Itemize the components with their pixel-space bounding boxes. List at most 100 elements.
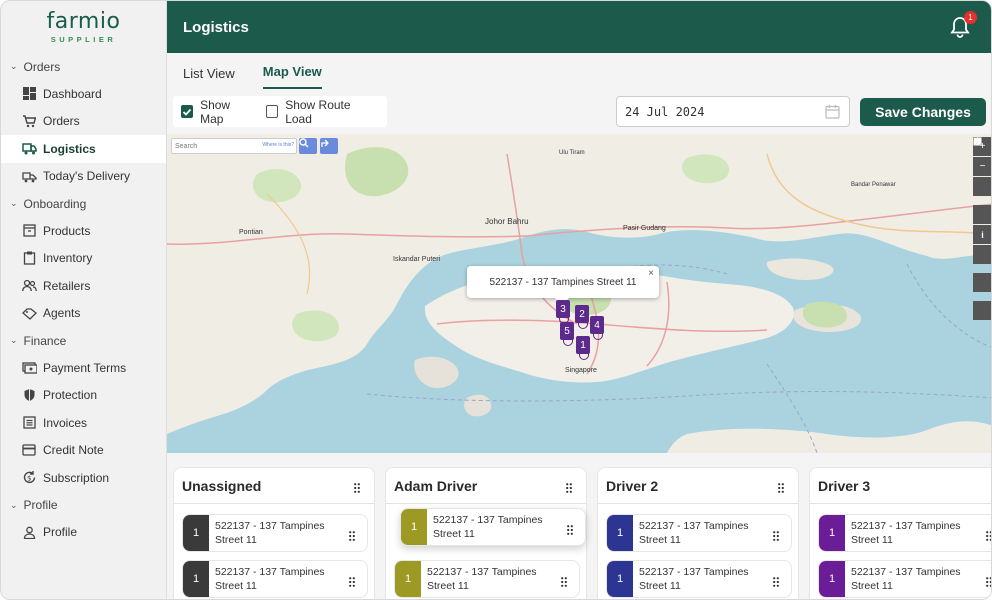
tab-list-view[interactable]: List View — [183, 66, 235, 89]
sidebar-item-payment-terms[interactable]: Payment Terms — [1, 354, 166, 382]
sidebar-item-label: Invoices — [43, 415, 88, 430]
save-changes-button[interactable]: Save Changes — [860, 98, 986, 126]
sidebar-item-credit-note[interactable]: Credit Note — [1, 437, 166, 465]
drag-handle-icon[interactable] — [778, 480, 784, 496]
shield-icon — [21, 387, 37, 403]
map-toggles: Show Map Show Route Load — [173, 96, 387, 127]
comment-button[interactable] — [973, 137, 991, 292]
sidebar-item-label: Dashboard — [43, 86, 102, 101]
map-pin[interactable]: 1 — [576, 336, 590, 360]
sidebar-item-label: Subscription — [43, 470, 110, 485]
search-icon — [299, 138, 309, 148]
map-pin[interactable]: 2 — [575, 305, 589, 329]
sidebar-item-label: Today's Delivery — [43, 169, 130, 184]
show-route-load-toggle[interactable]: Show Route Load — [266, 98, 373, 126]
zoom-out-button[interactable]: − — [973, 157, 991, 176]
locate-button[interactable] — [973, 137, 991, 196]
card-address: 522137 - 137 Tampines Street 11 — [215, 566, 325, 592]
card-address: 522137 - 137 Tampines Street 11 — [215, 520, 325, 546]
map-pin[interactable]: 5 — [560, 322, 574, 346]
users-icon — [21, 278, 37, 294]
map-pin[interactable]: 3 — [556, 300, 570, 324]
delivery-icon — [21, 168, 37, 184]
map-search-button[interactable] — [299, 138, 317, 154]
route-map[interactable]: Johor Bahru Pasir Gudang Iskandar Puteri… — [167, 134, 991, 453]
tab-map-view[interactable]: Map View — [262, 64, 322, 89]
map-label: Johor Bahru — [485, 217, 529, 226]
dashboard-icon — [21, 86, 37, 102]
map-search-input[interactable]: Search Where is this? — [171, 138, 297, 154]
sidebar-item-subscription[interactable]: $ Subscription — [1, 464, 166, 492]
map-label: Pontian — [239, 229, 263, 236]
show-map-checkbox[interactable] — [181, 105, 194, 118]
cart-icon — [21, 113, 37, 129]
drag-handle-icon[interactable] — [986, 574, 991, 592]
date-value: 24 Jul 2024 — [625, 104, 705, 119]
drag-handle-icon[interactable] — [773, 528, 779, 546]
date-picker[interactable]: 24 Jul 2024 — [616, 96, 850, 127]
column-header: Driver 3 — [810, 468, 991, 504]
delivery-card[interactable]: 1 522137 - 137 Tampines Street 11 — [606, 560, 792, 598]
sidebar-item-label: Profile — [43, 525, 78, 540]
directions-icon — [321, 139, 329, 147]
delivery-card[interactable]: 1 522137 - 137 Tampines Street 11 — [394, 560, 580, 598]
sidebar-item-todays-delivery[interactable]: Today's Delivery — [1, 163, 166, 191]
delivery-card[interactable]: 1 522137 - 137 Tampines Street 11 — [818, 560, 991, 598]
drag-handle-icon[interactable] — [354, 480, 360, 496]
query-button[interactable] — [973, 137, 991, 320]
logo: farmio SUPPLIER — [1, 1, 166, 53]
stop-number: 1 — [819, 561, 845, 597]
sidebar-item-profile[interactable]: Profile — [1, 519, 166, 547]
chevron-down-icon: ⌄ — [10, 499, 18, 510]
sidebar-item-orders[interactable]: Orders — [1, 108, 166, 136]
sidebar-item-agents[interactable]: Agents — [1, 300, 166, 328]
delivery-card[interactable]: 1 522137 - 137 Tampines Street 11 — [182, 560, 368, 598]
section-toggle-finance[interactable]: ⌄ Finance — [1, 327, 166, 354]
sidebar-item-products[interactable]: Products — [1, 217, 166, 245]
drag-handle-icon[interactable] — [349, 528, 355, 546]
popup-close-icon[interactable]: × — [648, 268, 654, 279]
drag-handle-icon[interactable] — [561, 574, 567, 592]
map-directions-button[interactable] — [320, 138, 338, 154]
drag-handle-icon[interactable] — [567, 522, 573, 540]
sidebar-item-invoices[interactable]: Invoices — [1, 409, 166, 437]
sidebar-item-protection[interactable]: Protection — [1, 382, 166, 410]
drag-handle-icon[interactable] — [986, 528, 991, 546]
calendar-icon[interactable] — [825, 104, 840, 122]
sidebar-item-dashboard[interactable]: Dashboard — [1, 80, 166, 108]
info-button[interactable]: i — [973, 225, 991, 244]
handshake-icon — [21, 305, 37, 321]
driver-board: Unassigned 1 522137 - 137 Tampines Stree… — [167, 453, 991, 599]
map-label: Iskandar Puteri — [393, 256, 441, 263]
section-toggle-profile[interactable]: ⌄ Profile — [1, 492, 166, 519]
layers-button[interactable] — [973, 138, 991, 224]
map-controls: + − i — [973, 137, 991, 321]
page-title: Logistics — [183, 18, 249, 36]
nav-section-onboarding: ⌄ Onboarding Products Inventory Retailers… — [1, 190, 166, 327]
sidebar: farmio SUPPLIER ⌄ Orders Dashboard Orders… — [1, 1, 167, 599]
clipboard-icon — [21, 250, 37, 266]
sidebar-item-inventory[interactable]: Inventory — [1, 245, 166, 273]
drag-handle-icon[interactable] — [773, 574, 779, 592]
section-toggle-orders[interactable]: ⌄ Orders — [1, 53, 166, 80]
drag-handle-icon[interactable] — [566, 480, 572, 496]
notification-badge: 1 — [964, 11, 977, 24]
drag-handle-icon[interactable] — [349, 574, 355, 592]
section-label: Profile — [23, 498, 58, 512]
where-is-this-link[interactable]: Where is this? — [262, 142, 294, 148]
show-map-toggle[interactable]: Show Map — [181, 98, 252, 126]
show-route-load-checkbox[interactable] — [266, 105, 279, 118]
app-window: farmio SUPPLIER ⌄ Orders Dashboard Orders… — [0, 0, 992, 600]
stop-number: 1 — [607, 561, 633, 597]
sidebar-item-label: Products — [43, 223, 91, 238]
delivery-card-dragging[interactable]: 1 522137 - 137 Tampines Street 11 — [400, 508, 586, 546]
delivery-card[interactable]: 1 522137 - 137 Tampines Street 11 — [606, 514, 792, 552]
sidebar-item-logistics[interactable]: Logistics — [1, 135, 166, 163]
share-button[interactable] — [973, 137, 991, 264]
notification-bell[interactable]: 1 — [949, 11, 977, 39]
map-pin[interactable]: 4 — [590, 316, 604, 340]
delivery-card[interactable]: 1 522137 - 137 Tampines Street 11 — [182, 514, 368, 552]
section-toggle-onboarding[interactable]: ⌄ Onboarding — [1, 190, 166, 217]
sidebar-item-retailers[interactable]: Retailers — [1, 272, 166, 300]
delivery-card[interactable]: 1 522137 - 137 Tampines Street 11 — [818, 514, 991, 552]
